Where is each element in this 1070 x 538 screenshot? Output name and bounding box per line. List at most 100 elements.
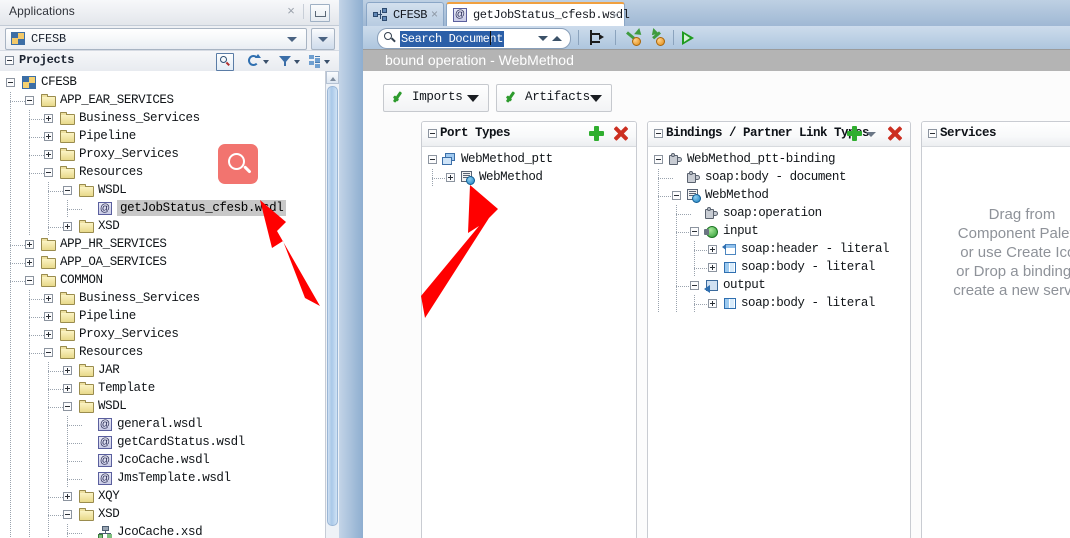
tree-item-xsd[interactable]: XSD [0, 218, 326, 236]
scroll-up-icon[interactable] [326, 71, 339, 84]
delete-binding-icon[interactable] [887, 126, 902, 141]
tree-item-getjobstatus-cfesb-wsdl[interactable]: @ getJobStatus_cfesb.wsdl [0, 200, 326, 218]
tree-item-app-oa-services[interactable]: APP_OA_SERVICES [0, 254, 326, 272]
tree-item-app-hr-services[interactable]: APP_HR_SERVICES [0, 236, 326, 254]
expand-icon[interactable] [44, 312, 53, 321]
tree-item-output[interactable]: output [648, 277, 910, 295]
expand-icon[interactable] [44, 294, 53, 303]
close-icon[interactable]: × [285, 4, 297, 18]
expand-icon[interactable] [44, 330, 53, 339]
expand-icon[interactable] [25, 258, 34, 267]
application-menu-button[interactable] [311, 28, 335, 50]
add-binding-icon[interactable] [847, 126, 862, 141]
minimize-icon[interactable] [310, 4, 330, 22]
chevron-down-icon[interactable] [538, 36, 548, 41]
tree-item-business-services[interactable]: Business_Services [0, 290, 326, 308]
tree-item-resources[interactable]: Resources [0, 164, 326, 182]
tree-item-general-wsdl[interactable]: @ general.wsdl [0, 416, 326, 434]
tab-getjobstatus-wsdl[interactable]: @ getJobStatus_cfesb.wsdl × [446, 2, 630, 28]
tab-cfesb[interactable]: CFESB × [366, 2, 444, 27]
chevron-down-icon[interactable] [293, 60, 300, 64]
tree-item-jmstemplate-wsdl[interactable]: @ JmsTemplate.wsdl [0, 470, 326, 488]
tree-item-soap-body-literal[interactable]: soap:body - literal [648, 259, 910, 277]
previous-diff-icon[interactable] [625, 28, 644, 46]
search-input[interactable]: Search Document [377, 28, 571, 49]
tree-item-webmethod-ptt[interactable]: WebMethod_ptt [422, 151, 636, 169]
chevron-down-icon[interactable] [324, 60, 330, 64]
tree-item-app-ear-services[interactable]: APP_EAR_SERVICES [0, 92, 326, 110]
tree-item-pipeline[interactable]: Pipeline [0, 128, 326, 146]
collapse-icon[interactable] [44, 348, 53, 357]
tree-item-proxy-services[interactable]: Proxy_Services [0, 146, 326, 164]
tree-item-jar[interactable]: JAR [0, 362, 326, 380]
collapse-icon[interactable] [690, 281, 699, 290]
chevron-up-icon[interactable] [552, 36, 562, 41]
collapse-icon[interactable] [6, 78, 15, 87]
projects-collapse-toggle[interactable] [5, 56, 14, 65]
tree-item-soap-body-literal[interactable]: soap:body - literal [648, 295, 910, 313]
tree-item-common[interactable]: COMMON [0, 272, 326, 290]
tree-item-jcocache-wsdl[interactable]: @ JcoCache.wsdl [0, 452, 326, 470]
tree-item-wsdl[interactable]: WSDL [0, 398, 326, 416]
expand-icon[interactable] [63, 222, 72, 231]
expand-icon[interactable] [44, 132, 53, 141]
next-diff-icon[interactable] [649, 28, 667, 46]
tree-item-business-services[interactable]: Business_Services [0, 110, 326, 128]
project-tree-scrollbar[interactable] [325, 71, 339, 538]
project-tree[interactable]: CFESB APP_EAR_SERVICES Business_Services Pi… [0, 71, 340, 538]
tree-item-jcocache-xsd[interactable]: JcoCache.xsd [0, 524, 326, 538]
close-icon[interactable]: × [612, 8, 619, 22]
port-types-body[interactable]: WebMethod_ptt WebMethod [422, 147, 636, 538]
expand-icon[interactable] [446, 173, 455, 182]
tree-item-xsd[interactable]: XSD [0, 506, 326, 524]
search-icon[interactable] [216, 53, 235, 71]
collapse-icon[interactable] [654, 129, 663, 138]
collapse-icon[interactable] [44, 168, 53, 177]
expand-icon[interactable] [63, 384, 72, 393]
collapse-icon[interactable] [63, 186, 72, 195]
bindings-body[interactable]: WebMethod_ptt-binding soap:body - documen… [648, 147, 910, 538]
chevron-down-icon[interactable] [866, 132, 876, 137]
tree-item-wsdl[interactable]: WSDL [0, 182, 326, 200]
tree-item-resources[interactable]: Resources [0, 344, 326, 362]
collapse-icon[interactable] [25, 96, 34, 105]
expand-icon[interactable] [44, 150, 53, 159]
collapse-icon[interactable] [928, 129, 937, 138]
expand-icon[interactable] [63, 366, 72, 375]
collapse-icon[interactable] [25, 276, 34, 285]
tree-item-soap-body-document[interactable]: soap:body - document [648, 169, 910, 187]
collapse-icon[interactable] [428, 155, 437, 164]
imports-button[interactable]: Imports [383, 84, 489, 112]
tree-item-getcardstatus-wsdl[interactable]: @ getCardStatus.wsdl [0, 434, 326, 452]
tree-item-template[interactable]: Template [0, 380, 326, 398]
tree-item-webmethod-ptt-binding[interactable]: WebMethod_ptt-binding [648, 151, 910, 169]
filter-icon[interactable] [277, 53, 293, 69]
collapse-icon[interactable] [654, 155, 663, 164]
run-icon[interactable] [681, 31, 695, 45]
services-body[interactable]: Drag from Component Palette or use Create … [922, 147, 1070, 538]
tree-item-input[interactable]: input [648, 223, 910, 241]
collapse-icon[interactable] [672, 191, 681, 200]
expand-icon[interactable] [708, 245, 717, 254]
collapse-icon[interactable] [428, 129, 437, 138]
branch-icon[interactable] [587, 30, 605, 45]
tree-item-webmethod[interactable]: WebMethod [422, 169, 636, 187]
delete-port-type-icon[interactable] [613, 126, 628, 141]
expand-icon[interactable] [708, 263, 717, 272]
expand-icon[interactable] [708, 299, 717, 308]
artifacts-button[interactable]: Artifacts [496, 84, 612, 112]
tree-item-xqy[interactable]: XQY [0, 488, 326, 506]
collapse-icon[interactable] [690, 227, 699, 236]
group-by-icon[interactable] [307, 53, 323, 69]
add-port-type-icon[interactable] [589, 126, 604, 141]
tree-item-proxy-services[interactable]: Proxy_Services [0, 326, 326, 344]
chevron-down-icon[interactable] [263, 60, 270, 64]
tree-item-soap-operation[interactable]: soap:operation [648, 205, 910, 223]
collapse-icon[interactable] [63, 402, 72, 411]
tree-item-soap-header-literal[interactable]: soap:header - literal [648, 241, 910, 259]
scrollbar-thumb[interactable] [327, 86, 338, 526]
close-icon[interactable]: × [431, 7, 438, 21]
expand-icon[interactable] [25, 240, 34, 249]
expand-icon[interactable] [63, 492, 72, 501]
refresh-icon[interactable] [246, 53, 262, 69]
